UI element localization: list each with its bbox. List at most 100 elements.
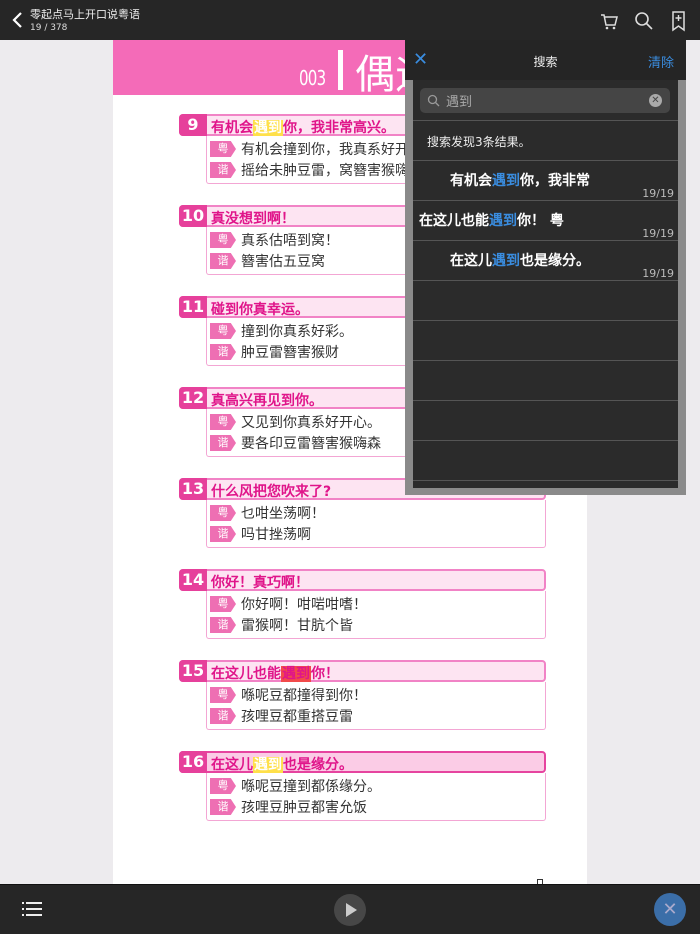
phonetic-tag: 谐: [210, 708, 236, 724]
empty-row: [413, 400, 678, 440]
phrase-number: 15: [179, 660, 207, 682]
phonetic-tag: 谐: [210, 253, 236, 269]
phonetic-line: 谐要各印豆雷簪害猴嗨森: [210, 433, 381, 453]
phrase-text: 你好！真巧啊！: [211, 575, 309, 591]
cantonese-line: 粤又见到你真系好开心。: [210, 412, 381, 432]
phrase-text: 真高兴再见到你。: [211, 393, 323, 409]
results-summary: 搜索发现3条结果。: [427, 135, 531, 149]
search-result[interactable]: 在这儿遇到也是缘分。 19/19: [413, 240, 678, 280]
cantonese-tag: 粤: [210, 232, 236, 248]
back-icon[interactable]: [10, 8, 26, 32]
cantonese-tag: 粤: [210, 687, 236, 703]
toc-list-icon[interactable]: [22, 900, 44, 918]
empty-row: [413, 440, 678, 480]
cantonese-line: 粤喺呢豆撞到都係缘分。: [210, 776, 381, 796]
phrase-translations: 粤你好啊！咁啱咁嗜！ 谐雷猴啊！甘肮个皆: [206, 591, 546, 639]
search-highlight: 遇到: [253, 757, 283, 773]
close-button[interactable]: ✕: [654, 893, 686, 926]
cantonese-tag: 粤: [210, 505, 236, 521]
phonetic-line: 谐孩哩豆都重搭豆雷: [210, 706, 353, 726]
cantonese-tag: 粤: [210, 323, 236, 339]
book-title: 零起点马上开口说粤语: [30, 8, 140, 21]
phrase-number: 16: [179, 751, 207, 773]
clear-input-icon[interactable]: ✕: [649, 94, 662, 107]
phrase-title-bar: 15 在这儿也能遇到你！: [179, 660, 546, 682]
phonetic-line: 谐吗甘挫荡啊: [210, 524, 311, 544]
search-input[interactable]: [446, 92, 636, 109]
phrase-title: 在这儿遇到也是缘分。: [211, 754, 353, 774]
result-keyword: 遇到: [492, 253, 520, 269]
result-page: 19/19: [642, 227, 674, 240]
phrase-entry: 14 你好！真巧啊！ 粤你好啊！咁啱咁嗜！ 谐雷猴啊！甘肮个皆: [179, 569, 546, 639]
search-header: ✕ 搜索 清除: [405, 40, 686, 80]
phonetic-text: 吗甘挫荡啊: [241, 527, 311, 543]
phrase-number: 13: [179, 478, 207, 500]
empty-row: [413, 280, 678, 320]
phonetic-text: 孩哩豆都重搭豆雷: [241, 709, 353, 725]
cantonese-line: 粤真系估唔到窝！: [210, 230, 339, 250]
phonetic-tag: 谐: [210, 344, 236, 360]
phonetic-text: 孩哩豆肿豆都害允饭: [241, 800, 367, 816]
cantonese-text: 喺呢豆撞到都係缘分。: [241, 779, 381, 795]
phonetic-line: 谐肿豆雷簪害猴财: [210, 342, 339, 362]
search-panel: ✕ 搜索 清除 ✕ 搜索发现3条结果。 有机会遇到你，我非常 19/19在这儿也能…: [405, 40, 686, 495]
cantonese-line: 粤喺呢豆都撞得到你！: [210, 685, 367, 705]
phonetic-text: 簪害估五豆窝: [241, 254, 325, 270]
search-result[interactable]: 在这儿也能遇到你！ 粤 19/19: [413, 200, 678, 240]
phrase-text: 真没想到啊！: [211, 211, 295, 227]
cantonese-tag: 粤: [210, 141, 236, 157]
search-icon[interactable]: [633, 10, 655, 32]
phrase-title: 你好！真巧啊！: [211, 572, 309, 592]
phrase-text: 什么风把您吹来了?: [211, 484, 332, 500]
phrase-translations: 粤喺呢豆都撞得到你！ 谐孩哩豆都重搭豆雷: [206, 682, 546, 730]
phrase-title: 真没想到啊！: [211, 208, 295, 228]
phrase-title: 什么风把您吹来了?: [211, 481, 331, 501]
phonetic-line: 谐簪害估五豆窝: [210, 251, 325, 271]
bookmark-icon[interactable]: [668, 10, 690, 32]
phonetic-text: 要各印豆雷簪害猴嗨森: [241, 436, 381, 452]
phrase-text: 你，我非常高兴。: [283, 120, 395, 136]
phrase-title: 在这儿也能遇到你！: [211, 663, 339, 683]
phrase-title: 碰到你真幸运。: [211, 299, 309, 319]
empty-row: [413, 320, 678, 360]
phonetic-tag: 谐: [210, 162, 236, 178]
header-divider: [338, 50, 343, 90]
phrase-text: 也是缘分。: [283, 757, 353, 773]
result-page: 19/19: [642, 187, 674, 200]
clear-button[interactable]: 清除: [648, 52, 674, 71]
empty-row: [413, 360, 678, 400]
phonetic-line: 谐摇给未肿豆雷，窝簪害猴嗨森: [210, 160, 423, 180]
cantonese-text: 乜咁坐荡啊！: [241, 506, 325, 522]
search-results: ✕ 搜索发现3条结果。 有机会遇到你，我非常 19/19 在这儿也能遇到你！ 粤 19…: [413, 80, 678, 488]
search-field[interactable]: ✕: [420, 88, 670, 113]
cart-icon[interactable]: [598, 10, 620, 32]
result-keyword: 遇到: [489, 213, 517, 229]
cantonese-text: 又见到你真系好开心。: [241, 415, 381, 431]
empty-row: [413, 480, 678, 520]
cantonese-text: 撞到你真系好彩。: [241, 324, 353, 340]
result-keyword: 遇到: [492, 173, 520, 189]
cantonese-line: 粤乜咁坐荡啊！: [210, 503, 325, 523]
phonetic-tag: 谐: [210, 617, 236, 633]
search-title: 搜索: [533, 55, 558, 69]
phrase-number: 10: [179, 205, 207, 227]
play-button[interactable]: [334, 894, 366, 926]
result-text: 有机会遇到你，我非常: [450, 173, 590, 189]
phonetic-line: 谐孩哩豆肿豆都害允饭: [210, 797, 367, 817]
cantonese-line: 粤有机会撞到你，我真系好开心。: [210, 139, 437, 159]
cantonese-tag: 粤: [210, 414, 236, 430]
cantonese-text: 喺呢豆都撞得到你！: [241, 688, 367, 704]
phonetic-text: 摇给未肿豆雷，窝簪害猴嗨森: [241, 163, 423, 179]
phonetic-tag: 谐: [210, 799, 236, 815]
cantonese-tag: 粤: [210, 596, 236, 612]
cantonese-line: 粤撞到你真系好彩。: [210, 321, 353, 341]
phrase-text: 你！: [311, 666, 339, 682]
phrase-title: 有机会遇到你，我非常高兴。: [211, 117, 395, 137]
phrase-title-bar: 14 你好！真巧啊！: [179, 569, 546, 591]
search-result[interactable]: 有机会遇到你，我非常 19/19: [413, 160, 678, 200]
phonetic-tag: 谐: [210, 435, 236, 451]
phrase-number: 14: [179, 569, 207, 591]
phrase-entry: 15 在这儿也能遇到你！ 粤喺呢豆都撞得到你！ 谐孩哩豆都重搭豆雷: [179, 660, 546, 730]
results-summary-row: 搜索发现3条结果。: [413, 120, 678, 160]
phonetic-text: 雷猴啊！甘肮个皆: [241, 618, 353, 634]
